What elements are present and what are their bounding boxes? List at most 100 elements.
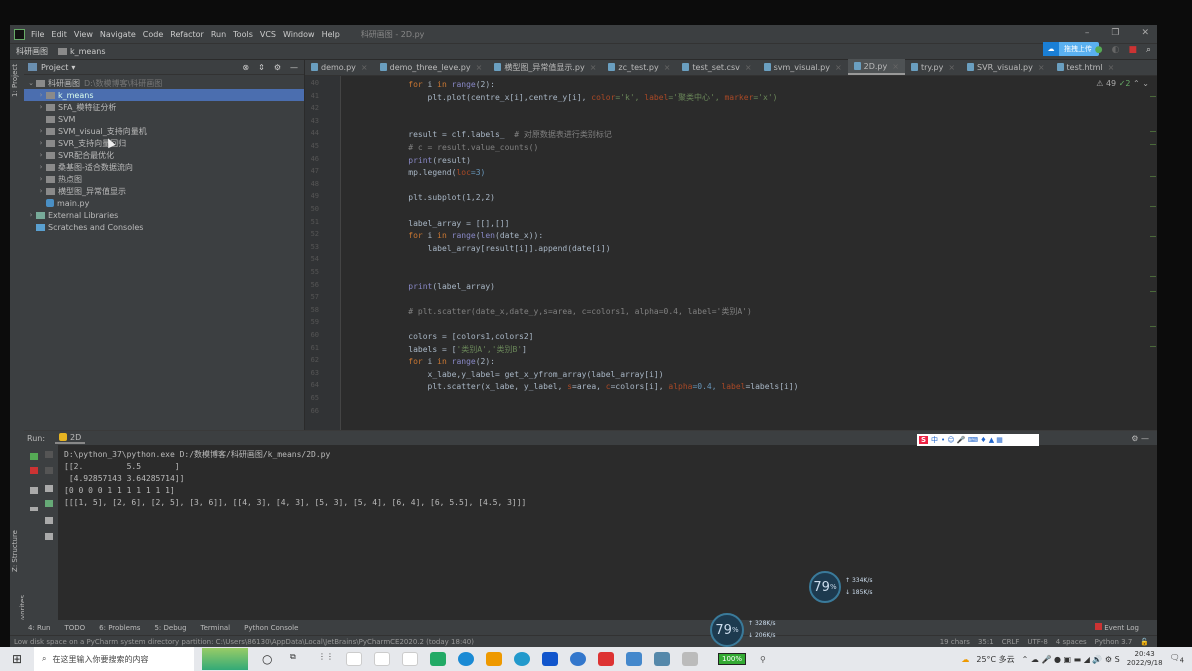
file-icon[interactable] (374, 652, 390, 666)
minimize-button[interactable]: – (1085, 28, 1090, 38)
caret-position[interactable]: 35:1 (978, 638, 994, 646)
stop-icon[interactable]: ■ (1128, 45, 1137, 55)
ime-toolbar[interactable]: S 中 • ☺ 🎤 ⌨ ♦ ▲ ▦ (917, 434, 1039, 446)
hide-icon[interactable]: — (290, 63, 298, 72)
print-icon[interactable] (45, 517, 53, 524)
trash-icon[interactable] (45, 533, 53, 540)
close-tab-icon[interactable]: × (892, 62, 899, 71)
app-icon[interactable] (486, 652, 502, 666)
menu-window[interactable]: Window (283, 30, 315, 39)
file-encoding[interactable]: UTF-8 (1027, 638, 1047, 646)
chevron-right-icon[interactable]: › (36, 163, 46, 171)
chevron-right-icon[interactable]: › (36, 139, 46, 147)
line-separator[interactable]: CRLF (1002, 638, 1020, 646)
app-icon[interactable] (654, 652, 670, 666)
editor-tab[interactable]: test.html × (1051, 59, 1121, 75)
app-icon[interactable] (570, 652, 586, 666)
pin-icon[interactable] (30, 507, 38, 511)
cortana-icon[interactable]: ○ (262, 652, 278, 666)
tree-item[interactable]: › SVM_visual_支持向量机 (24, 125, 304, 137)
network-gauge-widget[interactable]: 79% (809, 571, 841, 603)
editor-tab[interactable]: SVR_visual.py × (961, 59, 1051, 75)
structure-tool-tab[interactable]: Z: Structure (11, 530, 19, 572)
tree-item[interactable]: › SVR_支持向量回归 (24, 137, 304, 149)
status-message[interactable]: Low disk space on a PyCharm system direc… (14, 638, 474, 646)
chevron-right-icon[interactable]: › (36, 127, 46, 135)
chevron-right-icon[interactable]: › (36, 103, 46, 111)
menu-navigate[interactable]: Navigate (100, 30, 136, 39)
tree-item[interactable]: › 横型图_异常值显示 (24, 185, 304, 197)
close-tab-icon[interactable]: × (1108, 63, 1115, 72)
debug-icon[interactable]: ◐ (1112, 45, 1120, 55)
layout-icon[interactable] (30, 487, 38, 494)
editor-tab[interactable]: try.py × (905, 59, 961, 75)
tree-root[interactable]: ⌄ 科研画图 D:\数模博客\科研画图 (24, 77, 304, 89)
close-tab-icon[interactable]: × (948, 63, 955, 72)
editor-tab[interactable]: demo_three_leve.py × (374, 59, 489, 75)
edge-icon[interactable] (458, 652, 474, 666)
clock[interactable]: 20:43 2022/9/18 (1127, 650, 1163, 668)
browser-icon[interactable] (514, 652, 530, 666)
tree-item[interactable]: › SVR配合最优化 (24, 149, 304, 161)
apps-grid-icon[interactable]: ⋮⋮ (318, 652, 334, 666)
gear-icon[interactable]: ⚙ (274, 63, 281, 72)
file-icon[interactable] (402, 652, 418, 666)
editor-tab[interactable]: 横型图_异常值显示.py × (488, 59, 602, 75)
chevron-right-icon[interactable]: › (36, 187, 46, 195)
tree-item[interactable]: › 桑基图-适合数据流向 (24, 161, 304, 173)
taskbar-search[interactable]: ⌕ 在这里输入你要搜索的内容 (34, 647, 194, 671)
chevron-right-icon[interactable]: › (36, 91, 46, 99)
stop-icon[interactable] (30, 467, 38, 474)
event-log-button[interactable]: 2Event Log (1095, 623, 1139, 632)
tool-tab-pythonconsole[interactable]: Python Console (244, 624, 298, 632)
project-tool-tab[interactable]: 1: Project (11, 64, 19, 97)
chevron-right-icon[interactable]: › (36, 151, 46, 159)
restore-button[interactable]: ❐ (1111, 28, 1119, 38)
tree-item[interactable]: main.py (24, 197, 304, 209)
menu-run[interactable]: Run (211, 30, 226, 39)
notification-icon[interactable]: 🗨4 (1170, 653, 1184, 665)
tree-item[interactable]: SVM (24, 113, 304, 125)
rerun-icon[interactable] (30, 453, 38, 460)
close-tab-icon[interactable]: × (664, 63, 671, 72)
collapse-icon[interactable]: ⇕ (258, 63, 265, 72)
menu-help[interactable]: Help (322, 30, 340, 39)
tree-item[interactable]: › SFA_模特征分析 (24, 101, 304, 113)
tree-item[interactable]: › 热点图 (24, 173, 304, 185)
up-icon[interactable] (45, 451, 53, 458)
down-icon[interactable] (45, 467, 53, 474)
lock-icon[interactable]: 🔓 (1140, 638, 1149, 646)
editor-tab[interactable]: svm_visual.py × (758, 59, 848, 75)
chevron-right-icon[interactable]: › (36, 175, 46, 183)
console-output[interactable]: D:\python_37\python.exe D:/数模博客/科研画图/k_m… (64, 449, 526, 509)
people-icon[interactable]: ⚲ (760, 655, 766, 664)
file-icon[interactable] (346, 652, 362, 666)
project-view-dropdown[interactable]: Project (41, 63, 68, 72)
task-view-icon[interactable]: ⧉ (290, 652, 306, 666)
app-icon[interactable] (626, 652, 642, 666)
close-tab-icon[interactable]: × (590, 63, 597, 72)
breadcrumb-root[interactable]: 科研画图 (16, 46, 48, 57)
chevron-right-icon[interactable]: › (26, 211, 36, 219)
breadcrumb-folder[interactable]: k_means (70, 47, 106, 56)
tool-tab-run[interactable]: 4: Run (28, 624, 50, 632)
upload-button[interactable]: ☁ 拖拽上传 (1043, 42, 1099, 56)
app-icon[interactable] (682, 652, 698, 666)
soft-wrap-icon[interactable] (45, 485, 53, 492)
app-icon[interactable] (542, 652, 558, 666)
tree-scratches[interactable]: Scratches and Consoles (24, 221, 304, 233)
close-tab-icon[interactable]: × (745, 63, 752, 72)
locate-icon[interactable]: ⊗ (242, 63, 249, 72)
weather-text[interactable]: 25°C 多云 (976, 654, 1014, 665)
indent-setting[interactable]: 4 spaces (1056, 638, 1087, 646)
search-icon[interactable]: ⌕ (1146, 45, 1151, 55)
settings-icon[interactable]: ⚙ — (1131, 434, 1149, 443)
editor-tab[interactable]: demo.py × (305, 59, 374, 75)
menu-code[interactable]: Code (143, 30, 163, 39)
editor-tab[interactable]: zc_test.py × (602, 59, 676, 75)
close-tab-icon[interactable]: × (361, 63, 368, 72)
scroll-to-end-icon[interactable] (45, 500, 53, 507)
menu-refactor[interactable]: Refactor (170, 30, 204, 39)
chevron-down-icon[interactable]: ⌄ (26, 79, 36, 87)
python-interpreter[interactable]: Python 3.7 (1095, 638, 1133, 646)
